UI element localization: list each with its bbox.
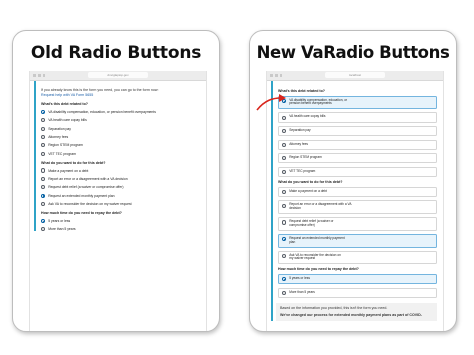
radio-selected-icon[interactable] bbox=[41, 218, 46, 223]
old-panel-title: Old Radio Buttons bbox=[30, 43, 202, 63]
old-question-debt: What's this debt related to? bbox=[41, 102, 88, 107]
old-debt-option-2[interactable]: VA health care copay bills bbox=[41, 118, 200, 123]
radio-icon[interactable] bbox=[41, 134, 46, 140]
radio-icon[interactable] bbox=[282, 129, 287, 134]
radio-icon[interactable] bbox=[41, 185, 46, 190]
old-debt-option-1[interactable]: VA disability compensation, education, o… bbox=[41, 109, 200, 114]
old-debt-option-6[interactable]: VET TEC program bbox=[41, 151, 200, 156]
new-debt-option-6[interactable]: VET TEC program bbox=[278, 166, 437, 177]
radio-icon[interactable] bbox=[282, 290, 287, 295]
radio-icon[interactable] bbox=[282, 142, 287, 147]
new-debt-option-2[interactable]: VA health care copay bills bbox=[278, 112, 437, 123]
new-browser-window: localhost What's this debt related to? V… bbox=[266, 71, 444, 331]
result-notice-heading: We've changed our process for extended m… bbox=[280, 312, 422, 317]
radio-icon[interactable] bbox=[41, 168, 46, 173]
radio-icon[interactable] bbox=[41, 151, 46, 156]
old-want-option-4[interactable]: Request an extended monthly payment plan bbox=[41, 193, 200, 198]
radio-icon[interactable] bbox=[41, 176, 46, 181]
old-form-content: If you already know this is the form you… bbox=[34, 81, 206, 232]
radio-icon[interactable] bbox=[41, 118, 46, 123]
old-debt-option-5[interactable]: Region STEM program bbox=[41, 143, 200, 148]
new-want-option-2[interactable]: Report an error or a disagreement with a… bbox=[278, 200, 437, 214]
old-want-option-5[interactable]: Ask VA to reconsider the decision on my … bbox=[41, 201, 200, 207]
radio-icon[interactable] bbox=[282, 169, 287, 174]
radio-selected-icon[interactable] bbox=[282, 98, 287, 103]
old-url-field[interactable]: dmcglaptop.gov bbox=[88, 72, 148, 78]
old-want-option-3[interactable]: Request debt relief (a waiver or comprom… bbox=[41, 185, 200, 190]
new-form-content: What's this debt related to? VA disabili… bbox=[271, 81, 443, 322]
new-time-option-1[interactable]: 5 years or less bbox=[278, 274, 437, 285]
radio-icon[interactable] bbox=[41, 143, 46, 148]
window-controls-icon bbox=[33, 74, 45, 77]
radio-icon[interactable] bbox=[282, 115, 287, 120]
old-browser-window: dmcglaptop.gov If you already know this … bbox=[29, 71, 207, 331]
old-address-bar: dmcglaptop.gov bbox=[30, 71, 206, 81]
old-form-link[interactable]: Request help with VA Form 5655 bbox=[41, 93, 200, 98]
old-time-option-1[interactable]: 5 years or less bbox=[41, 218, 200, 223]
new-radio-panel: New VaRadio Buttons localhost What's thi… bbox=[249, 30, 457, 332]
new-url-field[interactable]: localhost bbox=[325, 72, 385, 78]
new-want-option-4[interactable]: Request an extended monthly payment plan bbox=[278, 233, 437, 248]
new-debt-option-3[interactable]: Separation pay bbox=[278, 125, 437, 137]
new-debt-option-5[interactable]: Region STEM program bbox=[278, 153, 437, 164]
old-debt-option-3[interactable]: Separation pay bbox=[41, 126, 200, 131]
new-want-option-1[interactable]: Make a payment on a debt bbox=[278, 186, 437, 198]
result-notice: Based on the information you provided, t… bbox=[276, 303, 437, 322]
result-text: Based on the information you provided, t… bbox=[280, 306, 388, 310]
radio-icon[interactable] bbox=[41, 201, 46, 207]
radio-icon[interactable] bbox=[282, 253, 287, 259]
old-radio-panel: Old Radio Buttons dmcglaptop.gov If you … bbox=[12, 30, 220, 332]
new-debt-option-1[interactable]: VA disability compensation, education, o… bbox=[278, 95, 437, 110]
radio-icon[interactable] bbox=[41, 126, 46, 131]
old-want-option-1[interactable]: Make a payment on a debt bbox=[41, 168, 200, 173]
old-question-want: What do you want to do for this debt? bbox=[41, 160, 106, 165]
radio-icon[interactable] bbox=[282, 189, 287, 195]
new-panel-title: New VaRadio Buttons bbox=[256, 43, 450, 62]
window-controls-icon bbox=[270, 74, 282, 77]
new-address-bar: localhost bbox=[267, 71, 443, 81]
new-question-want: What do you want to do for this debt? bbox=[278, 180, 343, 185]
old-want-option-2[interactable]: Report an error or a disagreement with a… bbox=[41, 176, 200, 181]
new-question-time: How much time do you need to repay the d… bbox=[278, 267, 359, 272]
new-question-debt: What's this debt related to? bbox=[278, 89, 325, 93]
radio-selected-icon[interactable] bbox=[41, 109, 46, 114]
radio-selected-icon[interactable] bbox=[282, 277, 287, 282]
new-debt-option-4[interactable]: Attorney fees bbox=[278, 139, 437, 150]
old-debt-option-4[interactable]: Attorney fees bbox=[41, 134, 200, 140]
old-question-time: How much time do you need to repay the d… bbox=[41, 211, 122, 216]
radio-icon[interactable] bbox=[282, 203, 287, 208]
new-time-option-2[interactable]: More than 5 years bbox=[278, 287, 437, 298]
new-want-option-5[interactable]: Ask VA to reconsider the decision on my w… bbox=[278, 250, 437, 265]
radio-icon[interactable] bbox=[282, 220, 287, 225]
radio-icon[interactable] bbox=[41, 227, 46, 232]
old-time-option-2[interactable]: More than 5 years bbox=[41, 227, 200, 232]
radio-selected-icon[interactable] bbox=[41, 193, 46, 198]
radio-selected-icon[interactable] bbox=[282, 237, 287, 242]
new-want-option-3[interactable]: Request debt relief (a waiver or compromi… bbox=[278, 217, 437, 231]
radio-icon[interactable] bbox=[282, 156, 287, 161]
